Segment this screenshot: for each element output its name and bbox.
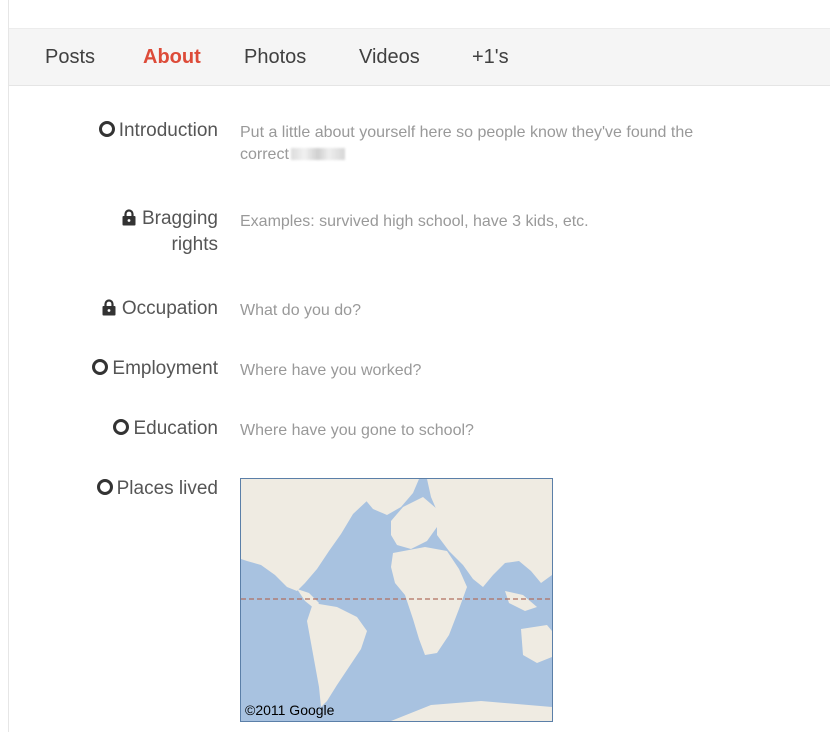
circle-icon	[98, 121, 115, 137]
occupation-label: Occupation	[102, 296, 218, 322]
redacted-name	[290, 148, 345, 160]
employment-label: Employment	[92, 356, 218, 382]
world-map-image	[241, 479, 552, 721]
lock-icon	[122, 209, 136, 226]
circle-icon	[96, 479, 113, 495]
employment-field[interactable]: Where have you worked?	[240, 360, 825, 382]
education-label: Education	[113, 416, 218, 442]
tab-plus-ones[interactable]: +1's	[472, 46, 509, 69]
profile-tab-bar: Posts About Photos Videos +1's	[9, 28, 830, 86]
introduction-placeholder: Put a little about yourself here so peop…	[240, 124, 694, 141]
education-field[interactable]: Where have you gone to school?	[240, 420, 825, 442]
profile-about-page: Posts About Photos Videos +1's Introduct…	[8, 0, 830, 732]
tab-about[interactable]: About	[143, 46, 201, 69]
introduction-label: Introduction	[98, 118, 218, 144]
map-copyright: ©2011 Google	[245, 702, 335, 718]
occupation-field[interactable]: What do you do?	[240, 300, 825, 322]
circle-icon	[92, 359, 109, 375]
lock-icon	[102, 299, 116, 316]
introduction-field[interactable]: Put a little about yourself here so peop…	[240, 122, 825, 166]
places-lived-label: Places lived	[96, 476, 218, 502]
circle-icon	[113, 419, 130, 435]
tab-photos[interactable]: Photos	[244, 46, 306, 69]
tab-videos[interactable]: Videos	[359, 46, 420, 69]
bragging-rights-label: Bragging rights	[122, 206, 218, 258]
introduction-placeholder-cont: correct	[240, 146, 289, 163]
bragging-rights-field[interactable]: Examples: survived high school, have 3 k…	[240, 211, 825, 233]
places-lived-map[interactable]: ©2011 Google	[240, 478, 553, 722]
tab-posts[interactable]: Posts	[45, 46, 95, 69]
